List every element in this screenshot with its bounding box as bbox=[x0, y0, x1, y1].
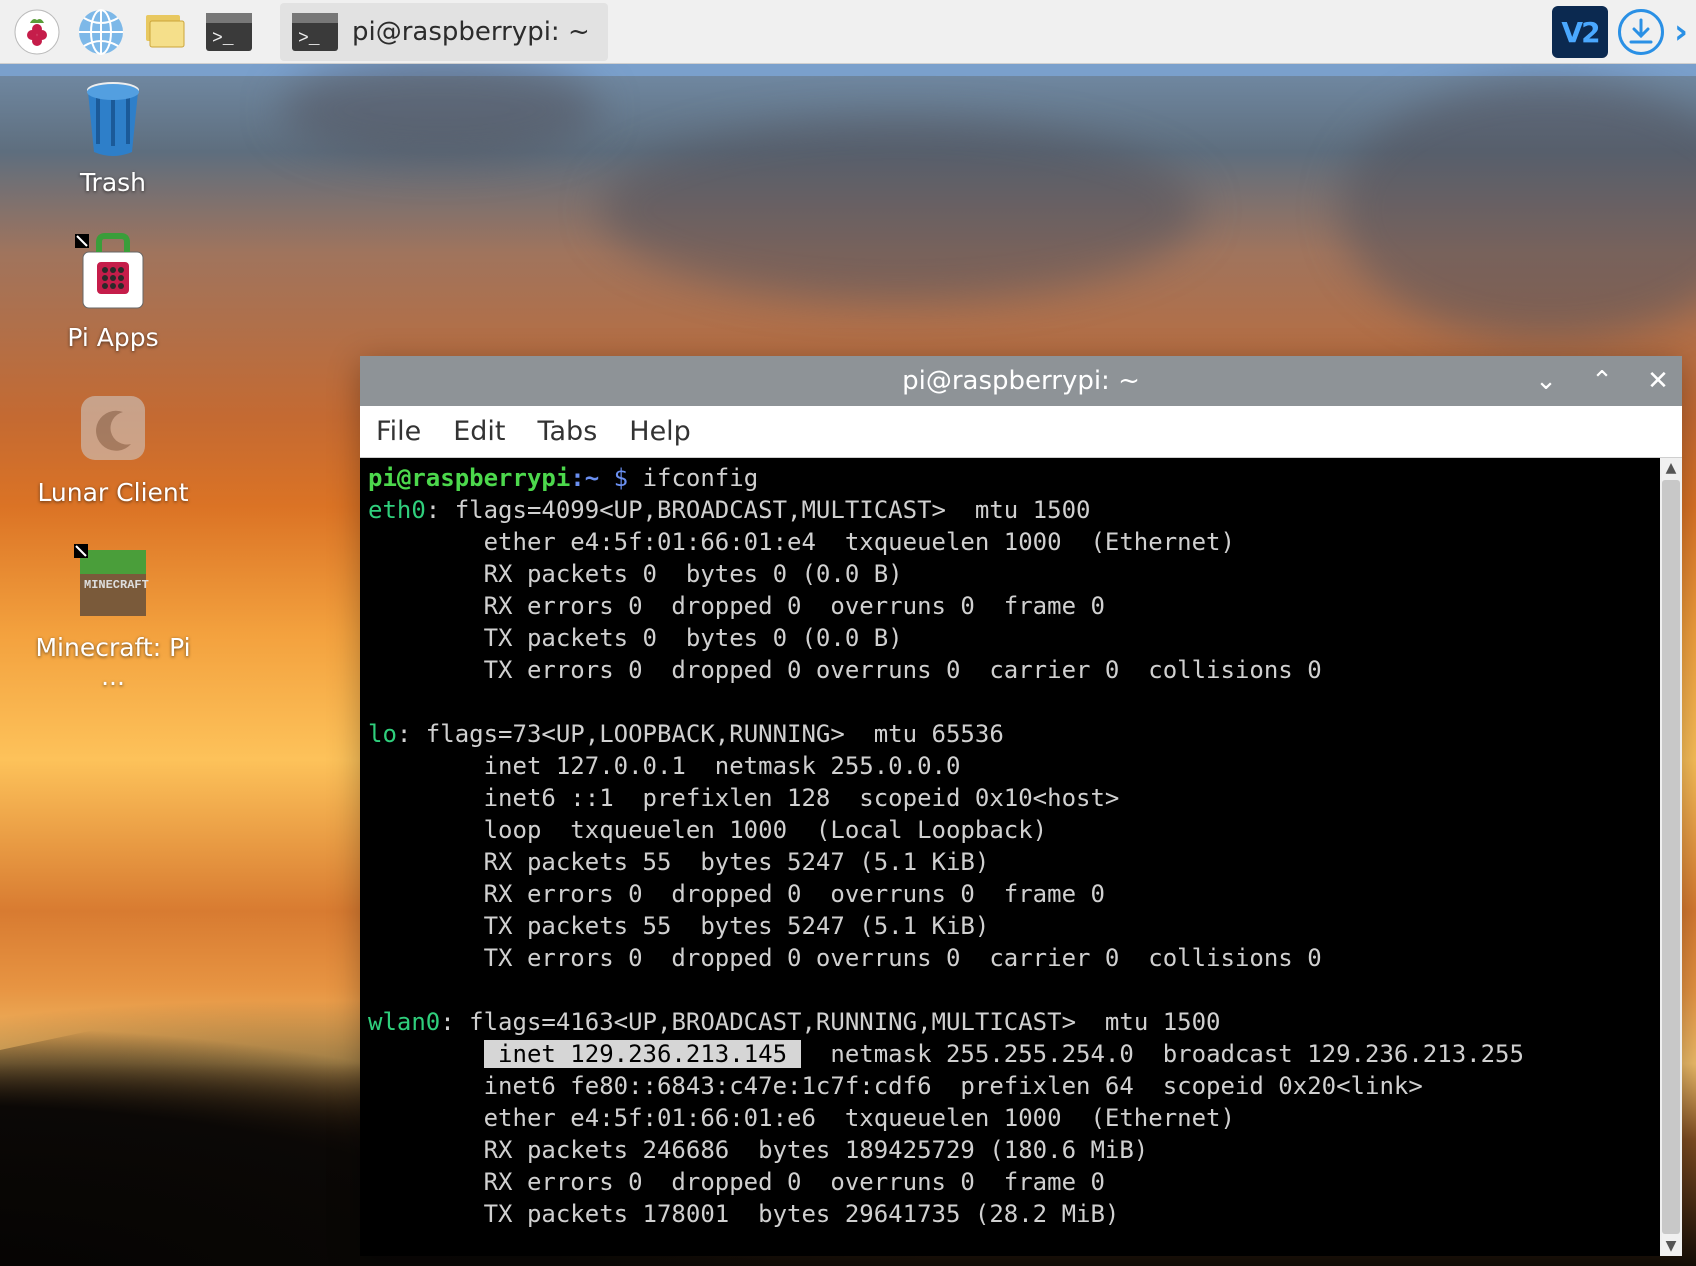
desktop-icon-label: Trash bbox=[80, 168, 146, 197]
terminal-output[interactable]: pi@raspberrypi:~ $ ifconfig eth0: flags=… bbox=[360, 458, 1660, 1256]
download-tray-icon[interactable] bbox=[1618, 9, 1664, 55]
terminal-menubar: File Edit Tabs Help bbox=[360, 406, 1682, 458]
window-maximize-button[interactable]: ⌃ bbox=[1588, 367, 1616, 395]
lunar-client-icon bbox=[73, 388, 153, 468]
window-title: pi@raspberrypi: ~ bbox=[360, 366, 1682, 396]
taskbar-task-terminal[interactable]: >_ pi@raspberrypi: ~ bbox=[280, 3, 608, 61]
web-browser-icon[interactable] bbox=[70, 3, 132, 61]
desktop-icon-trash[interactable]: Trash bbox=[28, 78, 198, 197]
pi-apps-icon bbox=[73, 233, 153, 313]
terminal-icon: >_ bbox=[290, 11, 340, 53]
vnc-tray-icon[interactable]: V2 bbox=[1552, 6, 1608, 58]
svg-text:MINECRAFT: MINECRAFT bbox=[84, 578, 149, 592]
taskbar: >_ >_ pi@raspberrypi: ~ V2 › bbox=[0, 0, 1696, 64]
menu-help[interactable]: Help bbox=[629, 416, 691, 447]
menu-file[interactable]: File bbox=[376, 416, 421, 447]
chevron-right-icon[interactable]: › bbox=[1674, 12, 1688, 52]
scroll-up-icon[interactable]: ▲ bbox=[1660, 458, 1682, 478]
desktop-icon-label: Lunar Client bbox=[37, 478, 188, 507]
taskbar-task-title: pi@raspberrypi: ~ bbox=[352, 17, 590, 47]
window-close-button[interactable]: ✕ bbox=[1644, 367, 1672, 395]
scroll-down-icon[interactable]: ▼ bbox=[1660, 1236, 1682, 1256]
raspberry-menu-icon[interactable] bbox=[6, 3, 68, 61]
desktop-icon-pi-apps[interactable]: Pi Apps bbox=[28, 233, 198, 352]
terminal-launcher-icon[interactable]: >_ bbox=[198, 3, 260, 61]
trash-icon bbox=[73, 78, 153, 158]
desktop-icon-lunar-client[interactable]: Lunar Client bbox=[28, 388, 198, 507]
terminal-scrollbar[interactable]: ▲ ▼ bbox=[1660, 458, 1682, 1256]
menu-edit[interactable]: Edit bbox=[453, 416, 505, 447]
terminal-window: pi@raspberrypi: ~ ⌄ ⌃ ✕ File Edit Tabs H… bbox=[360, 356, 1682, 1256]
desktop-icon-minecraft-pi[interactable]: MINECRAFT Minecraft: Pi ... bbox=[28, 543, 198, 691]
desktop-icon-label: Pi Apps bbox=[67, 323, 158, 352]
file-manager-icon[interactable] bbox=[134, 3, 196, 61]
svg-text:>_: >_ bbox=[298, 29, 320, 49]
desktop-icons: Trash Pi Apps Lunar Client bbox=[28, 78, 198, 727]
minecraft-pi-icon: MINECRAFT bbox=[73, 543, 153, 623]
desktop-icon-label: Minecraft: Pi ... bbox=[28, 633, 198, 691]
window-titlebar[interactable]: pi@raspberrypi: ~ ⌄ ⌃ ✕ bbox=[360, 356, 1682, 406]
menu-tabs[interactable]: Tabs bbox=[537, 416, 597, 447]
svg-text:>_: >_ bbox=[212, 29, 234, 49]
window-minimize-button[interactable]: ⌄ bbox=[1532, 367, 1560, 395]
scroll-thumb[interactable] bbox=[1662, 480, 1680, 1234]
